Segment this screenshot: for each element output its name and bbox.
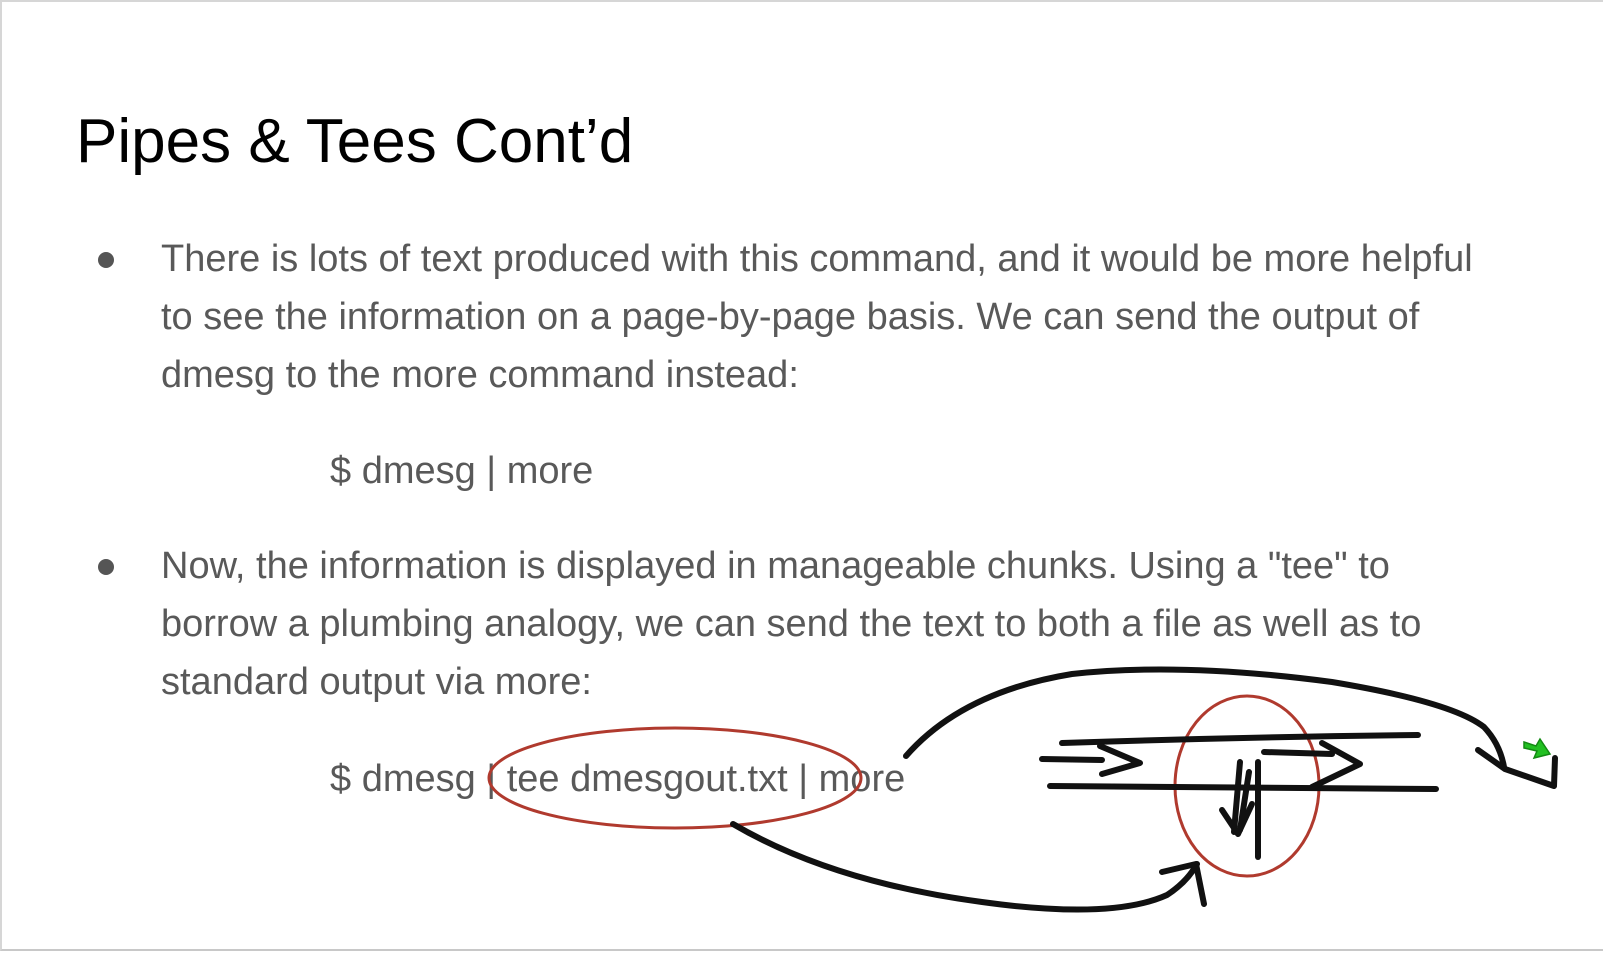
pipe-tee-sketch xyxy=(1039,732,1439,860)
bullet-2-line-1: Now, the information is displayed in man… xyxy=(161,545,1390,587)
bullet-dot-2 xyxy=(98,559,114,575)
bullet-1-line-2: to see the information on a page-by-page… xyxy=(161,296,1420,338)
bullet-1-line-1: There is lots of text produced with this… xyxy=(161,238,1473,280)
slide-title: Pipes & Tees Cont’d xyxy=(76,107,634,176)
bullet-dot-1 xyxy=(98,252,114,268)
bullet-2-line-3: standard output via more: xyxy=(161,661,592,703)
curved-arrow-to-junction xyxy=(730,821,1207,913)
red-circle-around-tee-junction xyxy=(1173,694,1321,878)
bullet-1-line-3: dmesg to the more command instead: xyxy=(161,354,799,396)
command-dmesg-tee-more: $ dmesg | tee dmesgout.txt | more xyxy=(330,758,906,800)
bullet-2-line-2: borrow a plumbing analogy, we can send t… xyxy=(161,603,1422,645)
slide: Pipes & Tees Cont’d There is lots of tex… xyxy=(0,0,1603,951)
command-dmesg-more: $ dmesg | more xyxy=(330,450,594,492)
bullet-1-text: There is lots of text produced with this… xyxy=(161,230,1473,404)
bullet-2-text: Now, the information is displayed in man… xyxy=(161,537,1421,711)
cursor-icon xyxy=(1523,737,1552,760)
